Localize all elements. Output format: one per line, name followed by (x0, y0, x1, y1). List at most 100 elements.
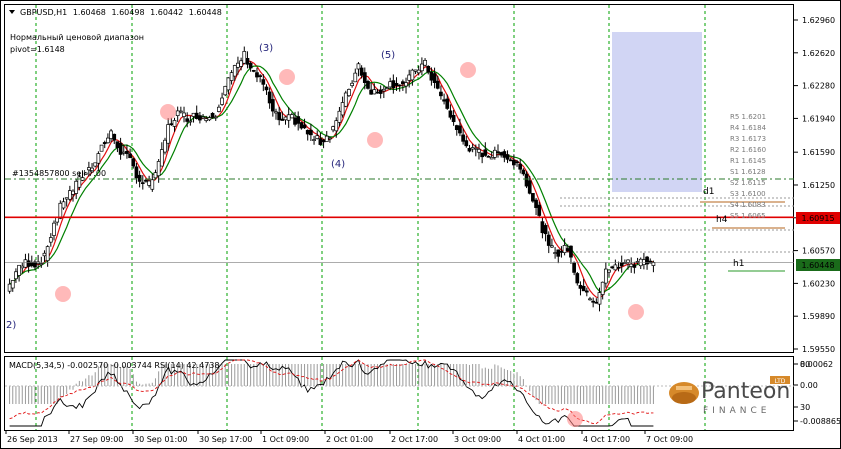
candle-body (362, 72, 367, 83)
candle-body (251, 70, 256, 72)
rsi-tick-label: 80 (800, 360, 810, 369)
time-tick-label: 3 Oct 09:00 (454, 435, 501, 444)
candle-body (591, 300, 596, 303)
candle-body (67, 190, 72, 200)
candle-body (607, 269, 611, 273)
candle-body (204, 118, 209, 121)
candle-body (61, 201, 66, 209)
candle-body (312, 139, 316, 141)
candle-body (550, 245, 554, 248)
candle-body (156, 161, 161, 177)
candle-body (499, 152, 504, 156)
candle-body (623, 262, 627, 265)
candle-body (556, 249, 561, 257)
brand-sub: FINANCE (703, 406, 770, 416)
time-tick-label: 7 Oct 09:00 (646, 435, 693, 444)
candle-body (645, 256, 649, 265)
pivot-level-label: S5 1.6065 (730, 212, 766, 220)
candle-body (280, 118, 285, 121)
candle-body (375, 91, 380, 94)
candle-body (369, 89, 373, 95)
candle-body (175, 110, 180, 116)
candle-body (572, 262, 576, 273)
candle-body (318, 138, 323, 145)
candle-body (527, 180, 532, 194)
candle-body (366, 80, 370, 89)
candle-body (267, 91, 272, 104)
candle-body (546, 234, 551, 246)
swing-marker (628, 304, 644, 320)
pivot-level-label: R5 1.6201 (730, 113, 766, 121)
candle-body (407, 74, 412, 81)
candle-body (388, 81, 393, 88)
candle-body (616, 266, 621, 269)
swing-marker (279, 69, 295, 85)
indicator-marker (567, 411, 583, 427)
candle-body (194, 112, 199, 119)
time-tick-label: 27 Sep 09:00 (70, 435, 123, 444)
candle-body (324, 135, 329, 142)
candle-body (337, 110, 342, 123)
candle-body (191, 112, 196, 117)
candle-body (473, 147, 478, 150)
candle-body (134, 166, 139, 179)
candle-body (397, 84, 402, 87)
candle-body (521, 169, 526, 175)
candle-body (172, 120, 177, 127)
candle-body (632, 264, 637, 268)
candle-body (185, 118, 190, 122)
candle-body (451, 114, 456, 123)
candle-body (492, 149, 497, 158)
indicator-title: MACD(5,34,5) -0.002570 -0.003744 RSI(14)… (9, 361, 219, 370)
swing-marker (160, 104, 176, 120)
candle-body (290, 114, 294, 119)
pivot-caption: pivot=1.6148 (10, 45, 65, 54)
candle-body (467, 148, 472, 152)
candle-body (64, 197, 69, 200)
wave-label-3: (3) (259, 43, 273, 54)
candle-body (429, 72, 434, 81)
candle-body (413, 69, 418, 72)
time-tick-label: 4 Oct 01:00 (518, 435, 565, 444)
candle-body (102, 142, 107, 145)
candle-body (71, 190, 75, 195)
candle-body (562, 245, 567, 254)
candle-body (42, 252, 47, 257)
price-tick-label: 1.62960 (802, 16, 835, 25)
candle-body (420, 63, 424, 72)
time-tick-label: 1 Oct 09:00 (262, 435, 309, 444)
pivot-level-label: S1 1.6128 (730, 168, 766, 176)
candle-body (432, 73, 437, 83)
candle-body (99, 144, 104, 152)
candle-body (537, 204, 542, 216)
candle-body (261, 79, 266, 85)
candle-body (115, 141, 120, 149)
candle-body (350, 82, 354, 86)
candle-body (52, 222, 56, 236)
wave-label-5: (5) (381, 50, 395, 61)
candle-body (125, 150, 129, 154)
candle-body (629, 263, 634, 267)
price-tick-label: 1.60570 (802, 247, 835, 256)
candle-body (347, 89, 351, 97)
price-tick-label: 1.62280 (802, 82, 835, 91)
wave-label-2: 2) (6, 320, 16, 331)
candle-body (343, 92, 348, 107)
candle-body (198, 115, 202, 121)
indicator-tick-label: -0.008865 (800, 417, 841, 426)
candle-body (518, 163, 523, 170)
candle-body (559, 251, 564, 253)
candle-body (121, 151, 126, 154)
order-label: #1354857800 sell 7.00 (12, 169, 106, 178)
candle-body (182, 112, 186, 117)
candle-body (515, 161, 519, 164)
candle-body (217, 106, 221, 112)
candle-body (328, 137, 332, 140)
pivot-level-label: S2 1.6115 (730, 179, 766, 187)
current-price-value: 1.60448 (801, 261, 834, 270)
candle-body (356, 63, 361, 70)
candle-body (464, 140, 469, 147)
candle-body (77, 176, 82, 188)
candle-body (236, 62, 240, 68)
pivot-level-label: S3 1.6100 (730, 190, 766, 198)
